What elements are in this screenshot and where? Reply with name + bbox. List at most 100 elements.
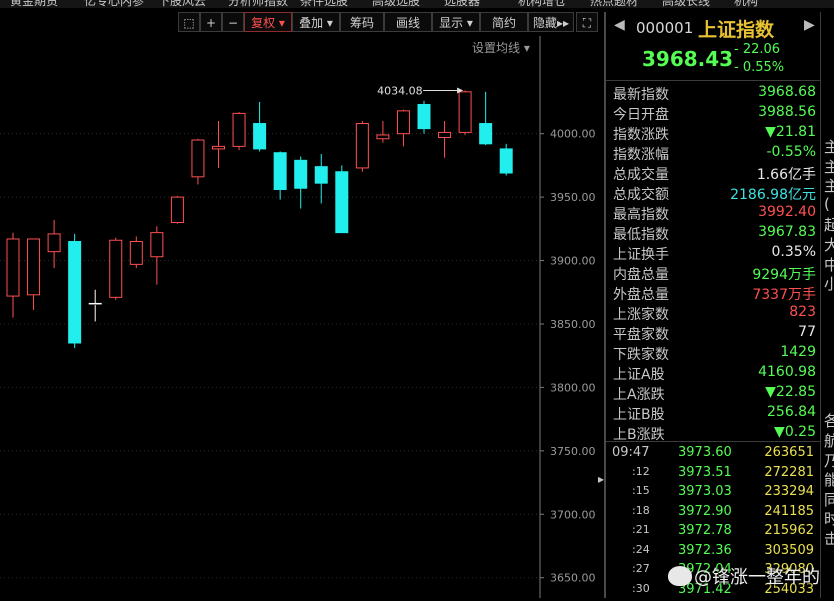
- candle-body: [418, 105, 430, 129]
- y-tick-label: 3650.00: [550, 572, 596, 585]
- y-tick-label: 4000.00: [550, 128, 596, 141]
- candle-body: [151, 233, 163, 257]
- y-tick-label: 3700.00: [550, 508, 596, 521]
- tick-price: 3972.36: [678, 543, 732, 558]
- quote-row-label: 最低指数: [613, 224, 669, 244]
- candle-body: [377, 135, 389, 139]
- current-price: 3968.43: [642, 47, 733, 71]
- zoom-fit-icon[interactable]: ⬚: [178, 12, 200, 32]
- quote-row: 指数涨幅 -0.55%: [606, 144, 820, 164]
- candle-body: [28, 239, 40, 295]
- quote-row: 上涨家数823: [606, 304, 820, 324]
- candle-body: [171, 197, 183, 222]
- fuquan-label: 复权: [251, 16, 275, 30]
- quote-row-label: 外盘总量: [613, 284, 669, 304]
- candle-body: [110, 240, 122, 297]
- quote-row-label: 内盘总量: [613, 264, 669, 284]
- candle-body: [439, 132, 451, 137]
- collapse-panel-icon[interactable]: ▸: [598, 472, 604, 486]
- candle-body: [48, 234, 60, 252]
- edge-char: 主: [824, 136, 834, 157]
- quote-row-label: 总成交量: [613, 164, 669, 184]
- quote-row-label: 指数涨幅: [613, 144, 669, 164]
- tick-price: 3972.90: [678, 504, 732, 519]
- quote-header: ◀ 000001 上证指数 ▶: [606, 12, 820, 44]
- quote-row-value: -0.55%: [766, 144, 816, 160]
- y-tick-label: 3850.00: [550, 318, 596, 331]
- quote-row-label: 总成交额: [613, 184, 669, 204]
- stock-name: 上证指数: [698, 15, 774, 42]
- tick-price: 3973.60: [678, 445, 732, 460]
- y-tick-label: 3950.00: [550, 191, 596, 204]
- tick-price: 3973.03: [678, 484, 732, 499]
- top-menu-item[interactable]: 高级长线: [662, 0, 710, 8]
- quote-row-label: 指数涨跌: [613, 124, 669, 144]
- hide-label: 隐藏: [533, 16, 557, 30]
- display-button[interactable]: 显示 ▾: [432, 12, 480, 32]
- candle-body: [7, 239, 19, 296]
- top-menu-item[interactable]: 亿专心内参: [84, 0, 144, 8]
- edge-char: 主: [824, 175, 834, 196]
- top-menu-bar: 黄金期货 亿专心内参 下股风云 分析师指数 条件选股 高级选股 选股器 机构增仓…: [0, 0, 834, 8]
- tick-time: :12: [632, 465, 650, 478]
- divider: [606, 80, 820, 81]
- quote-panel: ◀ 000001 上证指数 ▶ 3968.43 - 22.06 - 0.55% …: [606, 12, 820, 598]
- top-menu-item[interactable]: 黄金期货: [10, 0, 58, 8]
- hide-button[interactable]: 隐藏▸▸: [528, 12, 574, 32]
- edge-char: 乃: [824, 450, 834, 471]
- quote-row: 今日开盘3988.56: [606, 104, 820, 124]
- edge-char: 小: [824, 273, 834, 294]
- candle-body: [274, 153, 286, 190]
- overlay-button[interactable]: 叠加 ▾: [292, 12, 340, 32]
- top-menu-item[interactable]: 机构增仓: [518, 0, 566, 8]
- tick-time: :21: [632, 523, 650, 536]
- quote-row-value: 4160.98: [758, 364, 816, 380]
- price-change-pct: - 0.55%: [734, 60, 784, 75]
- candle-body: [500, 149, 512, 173]
- adjacent-panel-edge: 主主主(起大中小各航乃能同时击: [820, 12, 834, 598]
- top-menu-item[interactable]: 高级选股: [372, 0, 420, 8]
- tick-row: :123973.51272281: [606, 465, 820, 485]
- next-stock-icon[interactable]: ▶: [804, 17, 815, 33]
- tick-price: 3972.78: [678, 523, 732, 538]
- tick-time: :15: [632, 484, 650, 497]
- quote-row-label: 下跌家数: [613, 344, 669, 364]
- tick-time: 09:47: [612, 445, 649, 460]
- settings-label: 设置均线: [472, 41, 520, 55]
- top-menu-item[interactable]: 机构: [734, 0, 758, 8]
- watermark-text: @锋涨一整年的: [694, 567, 820, 588]
- top-menu-item[interactable]: 选股器: [444, 0, 480, 8]
- chip-distribution-button[interactable]: 筹码: [340, 12, 384, 32]
- prev-stock-icon[interactable]: ◀: [614, 17, 625, 33]
- quote-row-label: 今日开盘: [613, 104, 669, 124]
- tick-volume: 272281: [764, 465, 814, 480]
- top-menu-item[interactable]: 条件选股: [300, 0, 348, 8]
- top-menu-item[interactable]: 下股风云: [158, 0, 206, 8]
- zoom-in-button[interactable]: +: [200, 12, 222, 32]
- tick-row: 09:473973.60263651: [606, 445, 820, 465]
- quote-row-label: 最高指数: [613, 204, 669, 224]
- quote-row-value: 9294万手: [752, 264, 816, 284]
- quote-row-value: ▼0.25: [774, 424, 816, 440]
- quote-row-value: 7337万手: [752, 284, 816, 304]
- tick-time: :18: [632, 504, 650, 517]
- quote-row-value: 77: [798, 324, 816, 340]
- quote-row-label: 上A涨跌: [613, 384, 665, 404]
- top-menu-item[interactable]: 分析师指数: [228, 0, 288, 8]
- kline-chart[interactable]: 3650.003700.003750.003800.003850.003900.…: [0, 36, 604, 598]
- zoom-out-button[interactable]: −: [222, 12, 244, 32]
- quote-row-value: 823: [789, 304, 816, 320]
- simple-mode-button[interactable]: 简约: [480, 12, 528, 32]
- chart-toolbar: ⬚ + − 复权 ▾ 叠加 ▾ 筹码 画线 显示 ▾ 简约 隐藏▸▸ ⛶: [0, 12, 604, 34]
- tick-time: :27: [632, 562, 650, 575]
- fuquan-button[interactable]: 复权 ▾: [244, 12, 292, 32]
- edge-char: 主: [824, 156, 834, 177]
- weibo-watermark: @锋涨一整年的: [668, 563, 820, 589]
- tick-volume: 215962: [764, 523, 814, 538]
- candle-body: [233, 113, 245, 146]
- top-menu-item[interactable]: 热点题材: [590, 0, 638, 8]
- set-moving-average-link[interactable]: 设置均线 ▾: [472, 39, 530, 56]
- fullscreen-icon[interactable]: ⛶: [576, 12, 598, 32]
- candle-body: [213, 146, 225, 149]
- draw-line-button[interactable]: 画线: [384, 12, 432, 32]
